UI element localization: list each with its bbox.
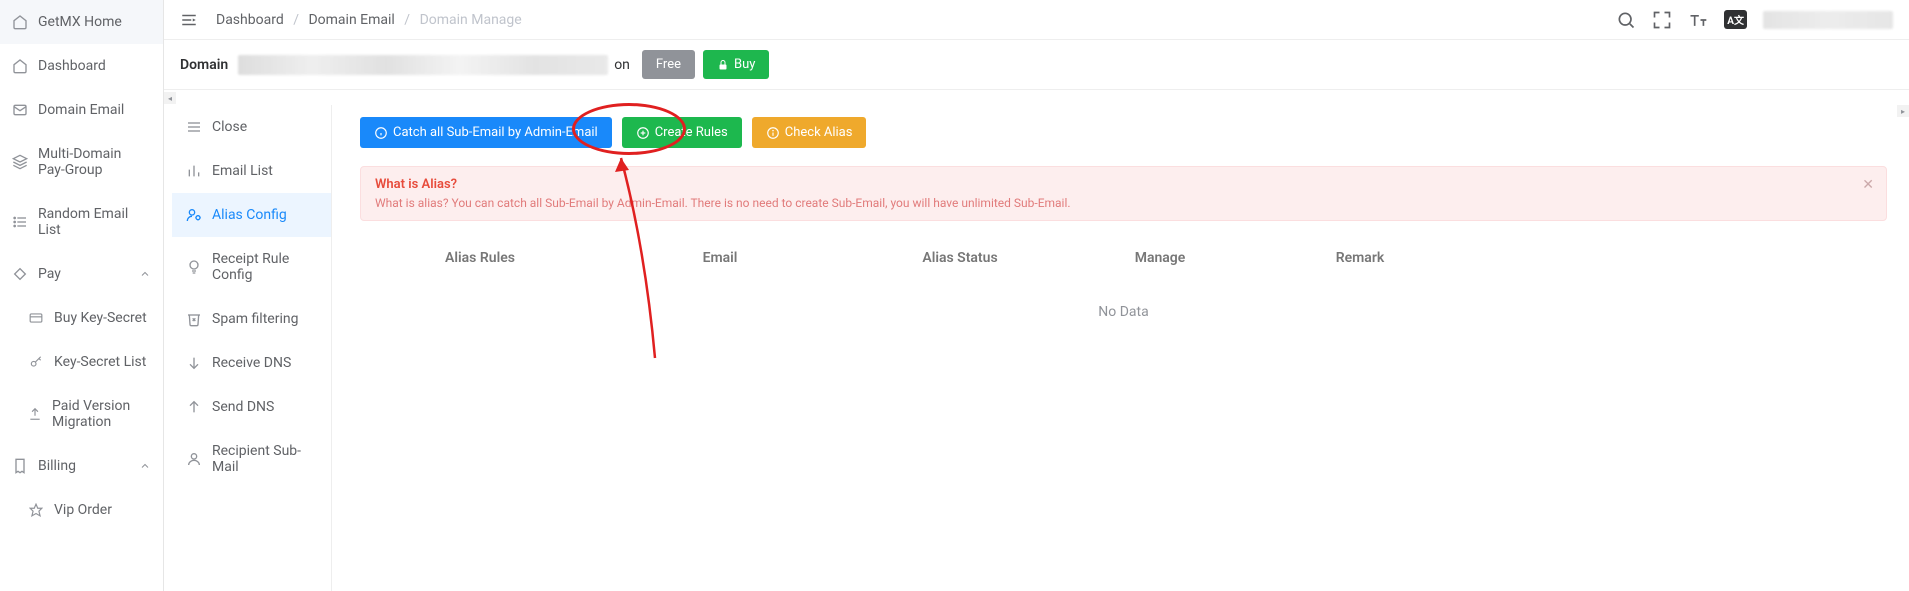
breadcrumb-item-current: Domain Manage (420, 12, 522, 28)
create-rules-button[interactable]: Create Rules (622, 117, 742, 148)
sidebar-label: Random Email List (38, 206, 151, 238)
sidebar-label: Multi-Domain Pay-Group (38, 146, 151, 178)
chevron-up-icon (139, 460, 151, 472)
sidebar-label: GetMX Home (38, 14, 122, 30)
breadcrumb-item[interactable]: Domain Email (308, 12, 394, 28)
subnav-item-email-list[interactable]: Email List (172, 149, 331, 193)
subnav-item-alias-config[interactable]: Alias Config (172, 193, 331, 237)
sidebar-item-domain-email[interactable]: Domain Email (0, 88, 163, 132)
subnav-label: Email List (212, 163, 273, 179)
text-size-icon[interactable] (1688, 10, 1708, 30)
sidebar-item-billing[interactable]: Billing (0, 444, 163, 488)
alert-body: What is alias? You can catch all Sub-Ema… (375, 196, 1872, 210)
sidebar-item-home[interactable]: GetMX Home (0, 0, 163, 44)
buy-button[interactable]: Buy (703, 50, 769, 79)
check-alias-button[interactable]: Check Alias (752, 117, 867, 148)
home-outline-icon (12, 58, 28, 74)
bar-chart-icon (186, 163, 202, 179)
subnav-item-send-dns[interactable]: Send DNS (172, 385, 331, 429)
close-icon[interactable]: ✕ (1862, 177, 1874, 193)
key-icon (28, 354, 44, 370)
sidebar-label: Paid Version Migration (52, 398, 151, 430)
sidebar-item-buy-key-secret[interactable]: Buy Key-Secret (0, 296, 163, 340)
chevron-up-icon (139, 268, 151, 280)
price-tag-icon (12, 266, 28, 282)
sidebar-item-paid-migration[interactable]: Paid Version Migration (0, 384, 163, 444)
star-icon (28, 502, 44, 518)
subnav-label: Send DNS (212, 399, 274, 415)
search-icon[interactable] (1616, 10, 1636, 30)
subnav-item-recipient-sub-mail[interactable]: Recipient Sub-Mail (172, 429, 331, 489)
breadcrumb-sep: / (404, 12, 410, 28)
sidebar-item-key-secret-list[interactable]: Key-Secret List (0, 340, 163, 384)
sidebar-label: Billing (38, 458, 76, 474)
subnav-item-spam[interactable]: Spam filtering (172, 297, 331, 341)
subnav-label: Recipient Sub-Mail (212, 443, 317, 475)
user-info-redacted[interactable] (1763, 11, 1893, 29)
mail-icon (12, 102, 28, 118)
collapse-left-icon[interactable]: ◂ (164, 92, 176, 104)
table-header-alias-status: Alias Status (840, 250, 1080, 266)
subnav-item-receive-dns[interactable]: Receive DNS (172, 341, 331, 385)
sidebar-label: Buy Key-Secret (54, 310, 147, 326)
sidebar-item-dashboard[interactable]: Dashboard (0, 44, 163, 88)
arrow-up-icon (186, 399, 202, 415)
domain-label: Domain (180, 57, 228, 73)
plus-circle-icon (636, 126, 650, 140)
domain-value-redacted (238, 55, 608, 75)
subnav-label: Alias Config (212, 207, 287, 223)
subnav-label: Spam filtering (212, 311, 298, 327)
arrow-down-icon (186, 355, 202, 371)
info-circle-icon (374, 126, 388, 140)
fullscreen-icon[interactable] (1652, 10, 1672, 30)
alert-title: What is Alias? (375, 177, 1872, 192)
trash-icon (186, 311, 202, 327)
collapse-right-icon[interactable]: ▸ (1897, 105, 1909, 117)
breadcrumb: Dashboard / Domain Email / Domain Manage (216, 12, 522, 28)
sidebar-label: Key-Secret List (54, 354, 146, 370)
lightbulb-icon (186, 259, 202, 275)
subnav-label: Receive DNS (212, 355, 291, 371)
lock-icon (717, 59, 729, 71)
language-badge[interactable]: A文 (1724, 10, 1747, 29)
subnav-label: Close (212, 119, 247, 135)
sidebar-item-vip-order[interactable]: Vip Order (0, 488, 163, 532)
home-icon (12, 14, 28, 30)
free-button[interactable]: Free (642, 50, 695, 79)
user-settings-icon (186, 207, 202, 223)
breadcrumb-item[interactable]: Dashboard (216, 12, 284, 28)
table-no-data: No Data (360, 280, 1887, 344)
user-icon (186, 451, 202, 467)
sidebar-item-multi-domain[interactable]: Multi-Domain Pay-Group (0, 132, 163, 192)
credit-card-icon (28, 310, 44, 326)
subnav-label: Receipt Rule Config (212, 251, 317, 283)
breadcrumb-sep: / (293, 12, 299, 28)
alias-info-alert: What is Alias? What is alias? You can ca… (360, 166, 1887, 221)
sidebar-item-pay[interactable]: Pay (0, 252, 163, 296)
sidebar-label: Pay (38, 266, 61, 282)
subnav-item-receipt-rule[interactable]: Receipt Rule Config (172, 237, 331, 297)
sidebar-label: Dashboard (38, 58, 106, 74)
domain-suffix: on (614, 57, 630, 73)
table-header-remark: Remark (1240, 250, 1480, 266)
receipt-icon (12, 458, 28, 474)
sidebar-label: Domain Email (38, 102, 124, 118)
table-header-email: Email (600, 250, 840, 266)
upload-icon (28, 406, 42, 422)
list-icon (12, 214, 28, 230)
sidebar-item-random-email[interactable]: Random Email List (0, 192, 163, 252)
menu-icon (186, 119, 202, 135)
layers-icon (12, 154, 28, 170)
table-header-alias-rules: Alias Rules (360, 250, 600, 266)
subnav-item-close[interactable]: Close (172, 105, 331, 149)
menu-toggle-icon[interactable] (180, 11, 198, 29)
info-icon (766, 126, 780, 140)
sidebar-label: Vip Order (54, 502, 112, 518)
table-header-row: Alias Rules Email Alias Status Manage Re… (360, 236, 1887, 280)
table-header-manage: Manage (1080, 250, 1240, 266)
catch-all-button[interactable]: Catch all Sub-Email by Admin-Email (360, 117, 612, 148)
